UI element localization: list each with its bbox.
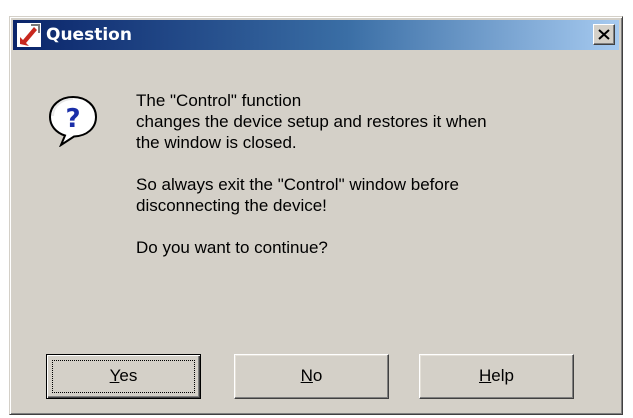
- question-mark-glyph: ?: [65, 104, 80, 134]
- yes-accelerator: Y: [109, 366, 120, 385]
- window-title: Question: [46, 25, 132, 45]
- help-accelerator: H: [479, 366, 492, 385]
- message-text: The "Control" function changes the devic…: [136, 90, 606, 279]
- help-label-rest: elp: [491, 366, 514, 385]
- help-button[interactable]: Help: [419, 354, 574, 399]
- question-bubble-icon: ?: [48, 95, 98, 148]
- no-accelerator: N: [300, 366, 313, 385]
- close-button[interactable]: [593, 24, 615, 45]
- message-paragraph-2: So always exit the "Control" window befo…: [136, 175, 459, 215]
- no-button[interactable]: No: [234, 354, 389, 399]
- message-paragraph-1: The "Control" function changes the devic…: [136, 91, 487, 152]
- message-paragraph-3: Do you want to continue?: [136, 238, 328, 257]
- no-label-rest: o: [312, 366, 323, 385]
- title-bar[interactable]: Question: [13, 20, 619, 50]
- app-icon: [17, 23, 41, 47]
- yes-label-rest: es: [119, 366, 138, 385]
- question-dialog: Question ? The "Control" function change…: [9, 16, 623, 415]
- close-icon: [598, 29, 610, 40]
- yes-button[interactable]: Yes: [46, 354, 201, 399]
